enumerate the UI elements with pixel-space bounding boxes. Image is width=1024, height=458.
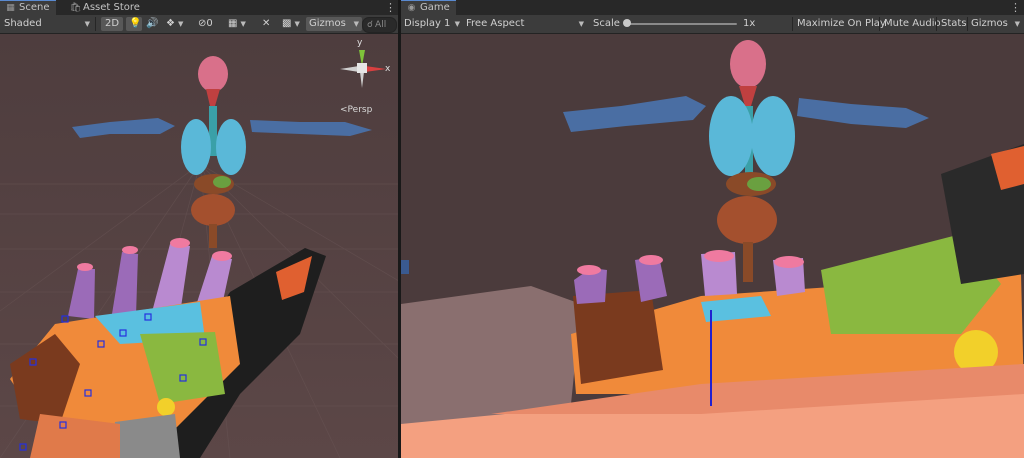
game-tab-bar: ◉ Game ⋮ <box>401 0 1024 15</box>
aspect-label: Free Aspect <box>466 18 525 29</box>
search-icon: ☌ <box>367 20 374 30</box>
display-label: Display 1 <box>404 18 451 29</box>
game-gizmos-dropdown[interactable]: Gizmos ▼ <box>971 17 1021 31</box>
chevron-down-icon: ▼ <box>177 20 184 28</box>
scene-viewport[interactable] <box>0 34 398 458</box>
scene-tab-bar: ▦ Scene 🛍 Asset Store ⋮ <box>0 0 398 15</box>
toolbar-separator <box>879 17 880 31</box>
grid-snap-icon: ▦ <box>228 18 238 29</box>
shading-mode-dropdown[interactable]: Shaded ▼ <box>4 17 92 31</box>
scene-visibility-toggle[interactable]: ⊘0 <box>198 17 222 31</box>
effects-icon: ❖ <box>166 18 175 29</box>
chevron-down-icon: ▼ <box>454 20 460 28</box>
scale-label: Scale <box>593 18 620 29</box>
scene-more-options-icon[interactable]: ⋮ <box>385 0 396 15</box>
tab-game-label: Game <box>420 2 450 13</box>
scene-toolbar: Shaded ▼ 2D 💡 🔊 ❖ ▼ ⊘0 ▦ ▼ ✕ ▩ ▼ Gizmos ▼ ☌ A… <box>0 15 398 34</box>
toolbar-separator <box>95 17 96 31</box>
camera-settings-dropdown[interactable]: ▩ ▼ <box>282 17 302 31</box>
game-more-options-icon[interactable]: ⋮ <box>1010 0 1021 15</box>
camera-icon: ▩ <box>282 18 292 29</box>
maximize-on-play-toggle[interactable]: Maximize On Play <box>797 17 886 31</box>
scene-gizmos-label: Gizmos <box>309 18 346 29</box>
aspect-dropdown[interactable]: Free Aspect ▼ <box>466 17 586 31</box>
toggle-2d-button[interactable]: 2D <box>101 17 123 31</box>
game-toolbar: Display 1 ▼ Free Aspect ▼ Scale 1x Maximiz… <box>401 15 1024 34</box>
effects-dropdown[interactable]: ❖ ▼ <box>166 17 188 31</box>
toolbar-separator <box>792 17 793 31</box>
toggle-2d-label: 2D <box>104 18 120 29</box>
tools-icon[interactable]: ✕ <box>262 17 274 31</box>
game-viewport[interactable] <box>401 34 1024 458</box>
scene-view-panel: ▦ Scene 🛍 Asset Store ⋮ Shaded ▼ 2D 💡 🔊 ❖ ▼… <box>0 0 398 458</box>
game-view-panel: ◉ Game ⋮ Display 1 ▼ Free Aspect ▼ Scale 1x… <box>401 0 1024 458</box>
tab-asset-store[interactable]: 🛍 Asset Store <box>64 0 146 15</box>
audio-toggle-icon[interactable]: 🔊 <box>146 17 158 31</box>
scene-search-input[interactable]: ☌ All <box>362 17 397 33</box>
display-dropdown[interactable]: Display 1 ▼ <box>404 17 462 31</box>
tab-scene-label: Scene <box>19 2 50 13</box>
axis-x-label: x <box>385 64 391 74</box>
grid-icon: ▦ <box>6 3 15 13</box>
chevron-down-icon: ▼ <box>353 20 359 28</box>
axis-gizmo-icon <box>340 50 386 88</box>
toolbar-separator <box>967 17 968 31</box>
chevron-down-icon: ▼ <box>240 20 246 28</box>
lighting-toggle-icon[interactable]: 💡 <box>126 17 142 31</box>
axis-y-label: y <box>357 38 363 48</box>
scale-slider-handle[interactable] <box>623 19 631 27</box>
projection-toggle[interactable]: <Persp <box>340 105 372 115</box>
stats-toggle[interactable]: Stats <box>941 17 967 31</box>
gamepad-icon: ◉ <box>407 3 416 13</box>
game-gizmos-label: Gizmos <box>971 18 1008 29</box>
toolbar-separator <box>936 17 937 31</box>
orientation-gizmo[interactable]: y x <box>336 38 392 92</box>
scene-gizmos-button[interactable]: Gizmos ▼ <box>306 17 362 31</box>
back-arrow-icon: < <box>340 105 348 115</box>
scene-render <box>0 34 398 458</box>
chevron-down-icon: ▼ <box>294 20 300 28</box>
chevron-down-icon: ▼ <box>578 20 584 28</box>
projection-label: Persp <box>347 105 373 115</box>
shading-mode-label: Shaded <box>4 18 42 29</box>
tab-asset-store-label: Asset Store <box>83 2 140 13</box>
chevron-down-icon: ▼ <box>84 20 90 28</box>
store-bag-icon: 🛍 <box>70 3 82 13</box>
grid-snapping-dropdown[interactable]: ▦ ▼ <box>228 17 254 31</box>
tab-game[interactable]: ◉ Game <box>401 0 456 15</box>
tab-scene[interactable]: ▦ Scene <box>0 0 56 15</box>
mute-audio-toggle[interactable]: Mute Audio <box>884 17 941 31</box>
game-render <box>401 34 1024 458</box>
scale-slider-track[interactable] <box>625 23 737 25</box>
chevron-down-icon: ▼ <box>1014 20 1020 28</box>
scale-value: 1x <box>743 18 756 29</box>
hidden-objects-count: 0 <box>206 18 213 29</box>
search-placeholder-text: All <box>375 20 387 30</box>
